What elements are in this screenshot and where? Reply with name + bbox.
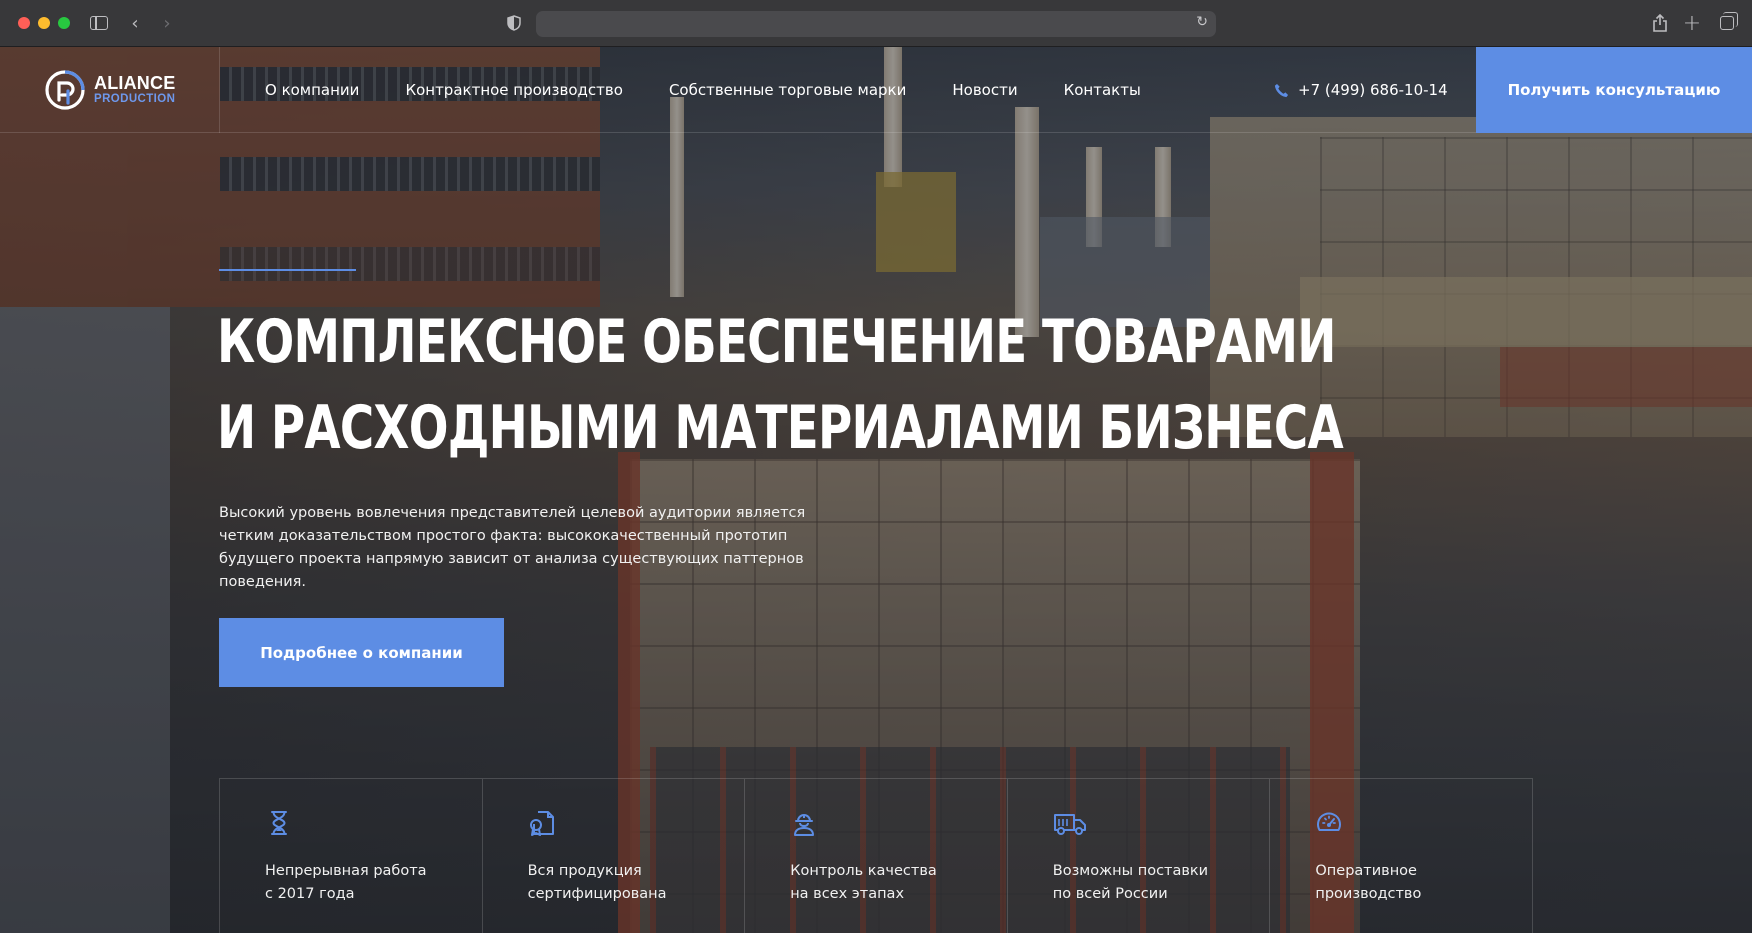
logo-mark-icon: [45, 70, 85, 110]
logo-subtitle: PRODUCTION: [94, 93, 176, 106]
sidebar-toggle-button[interactable]: [88, 12, 110, 34]
hero-title: Комплексное обеспечение товарами и расхо…: [217, 299, 1344, 471]
share-icon: [1653, 14, 1667, 32]
tab-overview-button[interactable]: [1716, 12, 1738, 34]
phone-link[interactable]: +7 (499) 686-10-14: [1274, 47, 1448, 133]
nav-item-contract-production[interactable]: Контрактное производство: [405, 81, 623, 99]
feature-text: Непрерывная работа с 2017 года: [265, 863, 427, 902]
features-strip: Непрерывная работа с 2017 года Вся проду…: [219, 778, 1533, 933]
feature-item: Оперативное производство: [1270, 779, 1533, 933]
forward-button[interactable]: ›: [158, 12, 176, 34]
site-header: ALIANCE PRODUCTION О компании Контрактно…: [0, 47, 1752, 133]
nav-item-contacts[interactable]: Контакты: [1064, 81, 1141, 99]
tabs-icon: [1720, 12, 1738, 30]
chevron-right-icon: ›: [163, 12, 171, 34]
nav-item-own-brands[interactable]: Собственные торговые марки: [669, 81, 906, 99]
feature-item: Непрерывная работа с 2017 года: [220, 779, 483, 933]
address-bar[interactable]: ↻: [536, 11, 1216, 37]
back-button[interactable]: ‹: [126, 12, 144, 34]
hero-section: ALIANCE PRODUCTION О компании Контрактно…: [0, 47, 1752, 933]
truck-icon: [1053, 814, 1086, 835]
speedometer-icon: [1317, 812, 1342, 831]
feature-text: Возможны поставки по всей России: [1052, 863, 1209, 902]
nav-item-news[interactable]: Новости: [952, 81, 1017, 99]
share-button[interactable]: [1650, 12, 1670, 34]
chevron-left-icon: ‹: [131, 12, 139, 34]
hero-description: Высокий уровень вовлечения представителе…: [219, 505, 806, 590]
logo[interactable]: ALIANCE PRODUCTION: [44, 67, 186, 113]
phone-icon: [1274, 83, 1289, 97]
about-company-button[interactable]: Подробнее о компании: [219, 618, 504, 687]
privacy-shield-icon[interactable]: [507, 15, 521, 31]
phone-number: +7 (499) 686-10-14: [1298, 81, 1448, 99]
feature-item: Возможны поставки по всей России: [1008, 779, 1271, 933]
plus-icon: +: [1682, 10, 1702, 36]
feature-item: Вся продукция сертифицирована: [483, 779, 746, 933]
close-window-button[interactable]: [18, 17, 30, 29]
feature-text: Контроль качества на всех этапах: [790, 863, 937, 902]
window-controls: [18, 17, 70, 29]
browser-toolbar: ‹ › ↻ +: [0, 0, 1752, 47]
feature-text: Вся продукция сертифицирована: [527, 863, 667, 902]
nav-item-about[interactable]: О компании: [265, 81, 359, 99]
get-consultation-button[interactable]: Получить консультацию: [1476, 47, 1752, 133]
worker-helmet-icon: [794, 814, 815, 836]
zoom-window-button[interactable]: [58, 17, 70, 29]
hero-title-line-1: Комплексное обеспечение товарами: [217, 307, 1336, 377]
title-accent-line: [219, 269, 356, 271]
reload-icon[interactable]: ↻: [1196, 14, 1208, 30]
header-divider: [219, 47, 220, 133]
new-tab-button[interactable]: +: [1682, 10, 1702, 36]
certificate-icon: [529, 811, 554, 836]
main-navigation: О компании Контрактное производство Собс…: [265, 47, 1141, 133]
sidebar-icon: [90, 16, 108, 30]
minimize-window-button[interactable]: [38, 17, 50, 29]
hero-title-line-2: и расходными материалами бизнеса: [217, 393, 1344, 463]
feature-item: Контроль качества на всех этапах: [745, 779, 1008, 933]
hourglass-icon: [271, 811, 287, 835]
logo-title: ALIANCE: [94, 73, 176, 94]
feature-text: Оперативное производство: [1315, 863, 1422, 902]
